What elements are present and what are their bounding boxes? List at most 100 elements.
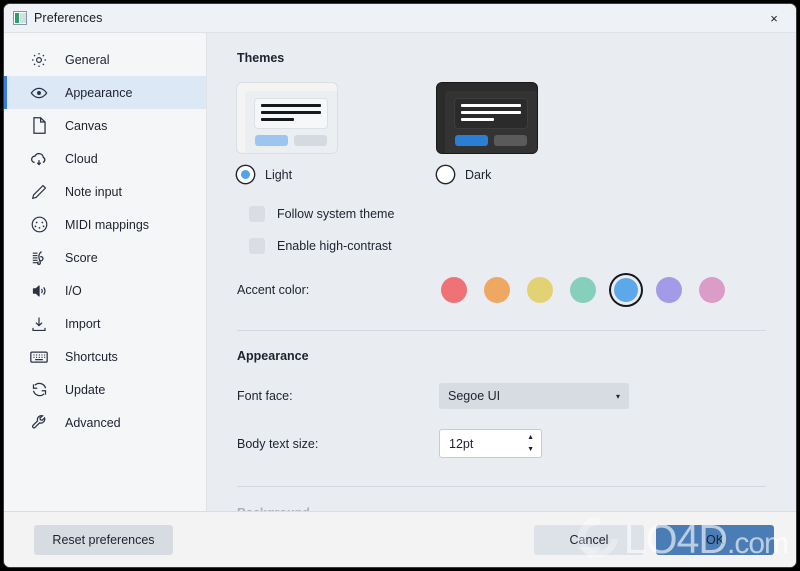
sidebar-item-cloud[interactable]: Cloud bbox=[4, 142, 206, 175]
preview-bar bbox=[461, 104, 521, 107]
sidebar-item-label: Note input bbox=[65, 184, 122, 199]
speaker-icon bbox=[29, 281, 49, 301]
sidebar-item-shortcuts[interactable]: Shortcuts bbox=[4, 340, 206, 373]
sidebar-item-io[interactable]: I/O bbox=[4, 274, 206, 307]
preview-bar bbox=[261, 111, 321, 114]
ok-button[interactable]: OK bbox=[656, 524, 774, 555]
section-divider bbox=[237, 330, 766, 331]
gear-icon bbox=[29, 50, 49, 70]
accent-swatch-4[interactable] bbox=[614, 278, 638, 302]
accent-swatch-wrap bbox=[482, 275, 512, 305]
accent-swatch-3[interactable] bbox=[570, 277, 596, 303]
radio-dark[interactable]: Dark bbox=[437, 166, 637, 183]
cancel-button[interactable]: Cancel bbox=[534, 524, 644, 555]
accent-swatch-wrap bbox=[654, 275, 684, 305]
font-face-row: Font face: Segoe UI ▾ bbox=[237, 383, 766, 409]
checkbox-follow-system-theme[interactable]: Follow system theme bbox=[249, 206, 766, 222]
radio-light[interactable]: Light bbox=[237, 166, 437, 183]
checkbox-indicator bbox=[249, 206, 265, 222]
accent-swatch-6[interactable] bbox=[699, 277, 725, 303]
sidebar-item-label: Canvas bbox=[65, 118, 108, 133]
checkbox-indicator bbox=[249, 238, 265, 254]
stepper-down-icon[interactable]: ▼ bbox=[527, 446, 534, 453]
body-text-size-value: 12pt bbox=[449, 436, 474, 451]
sidebar-item-label: Cloud bbox=[65, 151, 98, 166]
sidebar-item-score[interactable]: Score bbox=[4, 241, 206, 274]
font-face-label: Font face: bbox=[237, 389, 293, 403]
theme-cards bbox=[237, 83, 766, 153]
radio-indicator bbox=[237, 166, 254, 183]
preview-bar bbox=[261, 118, 294, 121]
sidebar-item-label: MIDI mappings bbox=[65, 217, 150, 232]
preview-bar bbox=[261, 104, 321, 107]
sidebar-item-note-input[interactable]: Note input bbox=[4, 175, 206, 208]
sidebar-item-label: Import bbox=[65, 316, 101, 331]
theme-radio-group: Light Dark bbox=[237, 166, 766, 183]
preview-bar bbox=[461, 111, 521, 114]
accent-swatch-wrap bbox=[439, 275, 469, 305]
accent-swatch-wrap bbox=[525, 275, 555, 305]
accent-swatch-wrap bbox=[697, 275, 727, 305]
preview-buttons bbox=[455, 135, 527, 146]
page-icon bbox=[29, 116, 49, 136]
sidebar-item-update[interactable]: Update bbox=[4, 373, 206, 406]
preview-text-box bbox=[455, 99, 527, 128]
download-icon bbox=[29, 314, 49, 334]
sidebar-item-label: General bbox=[65, 52, 110, 67]
sidebar-item-label: I/O bbox=[65, 283, 82, 298]
close-icon[interactable]: × bbox=[752, 4, 796, 32]
appearance-heading: Appearance bbox=[237, 349, 309, 363]
body-text-size-label: Body text size: bbox=[237, 436, 319, 451]
accent-color-swatches bbox=[439, 275, 727, 305]
preview-secondary-button bbox=[294, 135, 327, 146]
app-window-icon bbox=[13, 11, 27, 25]
preview-inner bbox=[445, 91, 537, 153]
sidebar-item-midi-mappings[interactable]: MIDI mappings bbox=[4, 208, 206, 241]
refresh-icon bbox=[29, 380, 49, 400]
radio-label: Light bbox=[265, 167, 293, 182]
sidebar-item-canvas[interactable]: Canvas bbox=[4, 109, 206, 142]
radio-indicator bbox=[437, 166, 454, 183]
font-face-select[interactable]: Segoe UI ▾ bbox=[439, 383, 629, 409]
radio-label: Dark bbox=[465, 167, 492, 182]
accent-swatch-wrap bbox=[568, 275, 598, 305]
sidebar-item-general[interactable]: General bbox=[4, 43, 206, 76]
accent-swatch-1[interactable] bbox=[484, 277, 510, 303]
sidebar-item-advanced[interactable]: Advanced bbox=[4, 406, 206, 439]
light-theme-preview[interactable] bbox=[237, 83, 337, 153]
preferences-window: Preferences × General Appearance Canvas … bbox=[3, 3, 797, 568]
preview-primary-button bbox=[455, 135, 488, 146]
checkbox-enable-high-contrast[interactable]: Enable high-contrast bbox=[249, 238, 766, 254]
preview-primary-button bbox=[255, 135, 288, 146]
title-bar: Preferences × bbox=[4, 4, 796, 33]
sidebar-item-label: Score bbox=[65, 250, 98, 265]
sidebar-item-label: Appearance bbox=[65, 85, 133, 100]
body-text-size-row: Body text size: 12pt ▲ ▼ bbox=[237, 429, 766, 458]
pencil-icon bbox=[29, 182, 49, 202]
appearance-settings-panel: Themes Light Dark Follow system theme En… bbox=[207, 33, 796, 511]
preview-secondary-button bbox=[494, 135, 527, 146]
keyboard-icon bbox=[29, 347, 49, 367]
accent-swatch-0[interactable] bbox=[441, 277, 467, 303]
dark-theme-preview[interactable] bbox=[437, 83, 537, 153]
preview-buttons bbox=[255, 135, 327, 146]
treble-clef-icon bbox=[29, 248, 49, 268]
section-divider-2 bbox=[237, 486, 766, 487]
footer-actions: Cancel OK bbox=[534, 524, 774, 555]
stepper-up-icon[interactable]: ▲ bbox=[527, 434, 534, 441]
body-text-size-stepper[interactable]: 12pt ▲ ▼ bbox=[439, 429, 542, 458]
themes-heading: Themes bbox=[237, 51, 285, 65]
sidebar-item-label: Advanced bbox=[65, 415, 121, 430]
accent-swatch-5[interactable] bbox=[656, 277, 682, 303]
checkbox-label: Follow system theme bbox=[277, 207, 395, 221]
window-title: Preferences bbox=[34, 11, 103, 25]
dialog-footer: Reset preferences Cancel OK LO4D.com bbox=[4, 512, 796, 567]
accent-swatch-wrap-selected bbox=[611, 275, 641, 305]
accent-swatch-2[interactable] bbox=[527, 277, 553, 303]
sidebar-item-appearance[interactable]: Appearance bbox=[4, 76, 206, 109]
sidebar-item-import[interactable]: Import bbox=[4, 307, 206, 340]
preview-bar bbox=[461, 118, 494, 121]
reset-preferences-button[interactable]: Reset preferences bbox=[34, 524, 173, 555]
background-heading: Background bbox=[237, 506, 766, 511]
preview-inner bbox=[245, 91, 337, 153]
